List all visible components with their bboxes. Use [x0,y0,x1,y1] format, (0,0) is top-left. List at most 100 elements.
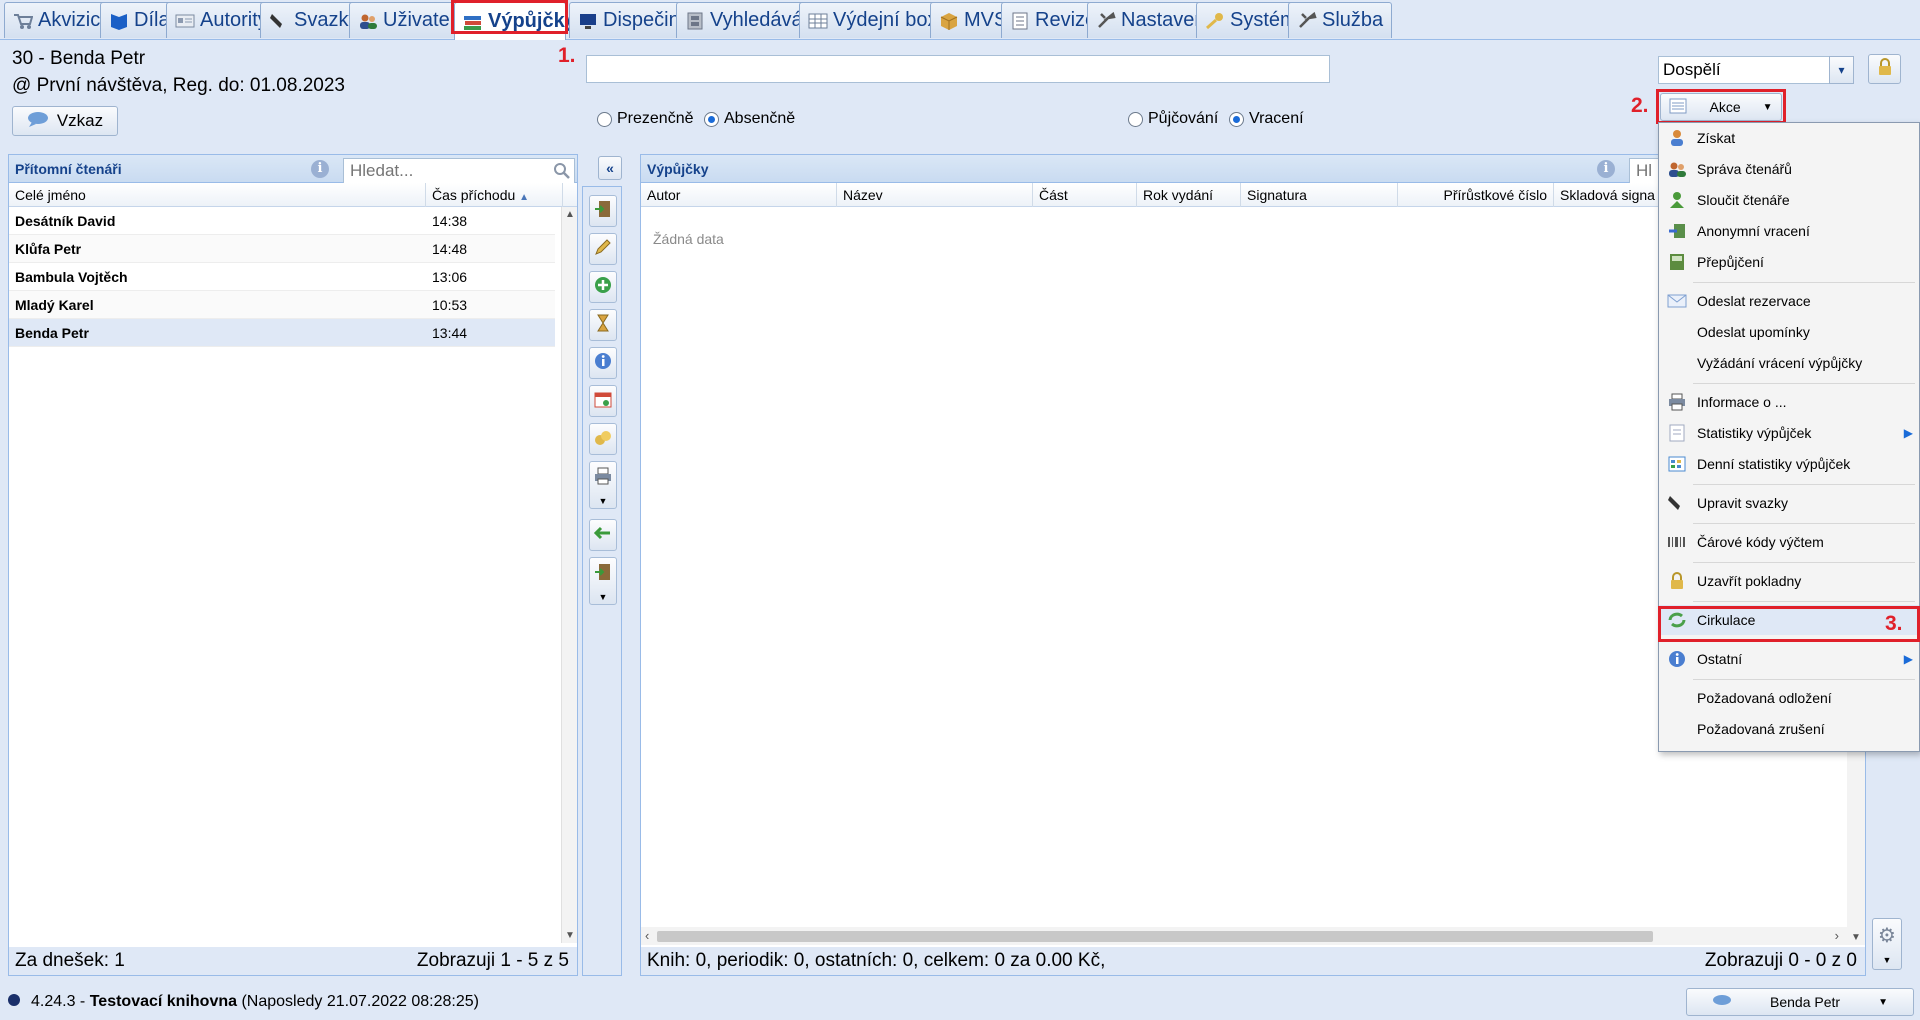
menu-item-odeslat-upominky[interactable]: Odeslat upomínky [1659,317,1919,347]
scroll-up-icon[interactable]: ▲ [565,209,575,220]
radio-absencne[interactable]: Absenčně [704,110,795,128]
column-signature[interactable]: Signatura [1241,183,1398,207]
column-author[interactable]: Autor [641,183,837,207]
menu-item-statistiky-vypujcek[interactable]: Statistiky výpůjček ▶ [1659,418,1919,448]
loans-status-bar: Knih: 0, periodik: 0, ostatních: 0, celk… [641,947,1865,975]
loans-status-left: Knih: 0, periodik: 0, ostatních: 0, celk… [647,950,1106,971]
toolbar-calendar-button[interactable] [589,385,617,417]
radio-prezencne[interactable]: Prezenčně [597,110,694,128]
lock-button[interactable] [1868,54,1901,84]
tab-label: Uživatelé [383,9,466,31]
radio-vraceni[interactable]: Vracení [1229,110,1304,128]
message-button[interactable]: Vzkaz [12,106,118,136]
actions-button[interactable]: Akce ▼ [1660,93,1782,121]
mail-icon [1667,292,1687,310]
menu-item-sloucit-ctenare[interactable]: Sloučit čtenáře [1659,185,1919,215]
tab-vypujcky[interactable]: Výpůjčky [454,2,576,40]
radio-pujcovani-label: Půjčování [1148,110,1219,127]
scroll-down-icon[interactable]: ▼ [565,930,575,941]
submenu-arrow-icon: ▶ [1903,426,1913,440]
info-dot-icon [8,994,20,1006]
category-select-trigger[interactable]: ▾ [1829,56,1854,84]
toolbar-edit-button[interactable] [589,233,617,265]
menu-separator [1693,562,1915,563]
loans-horizontal-scrollbar[interactable]: ‹ › [641,927,1847,945]
readers-scrollbar[interactable]: ▲ ▼ [561,207,577,943]
menu-item-label: Odeslat rezervace [1697,293,1811,309]
scroll-right-icon[interactable]: › [1835,928,1839,943]
menu-item-informace[interactable]: Informace o ... [1659,387,1919,417]
menu-item-label: Požadovaná odložení [1697,690,1832,706]
menu-item-prepujceni[interactable]: Přepůjčení [1659,247,1919,277]
info-icon [593,351,613,376]
column-part[interactable]: Část [1033,183,1137,207]
toolbar-more-button[interactable]: ▼ [589,557,617,605]
plus-circle-icon [593,275,613,300]
barcode-icon [1667,533,1687,551]
chevron-down-icon: ▼ [598,592,608,602]
menu-item-carove-kody[interactable]: Čárové kódy výčtem [1659,527,1919,557]
loans-search-input[interactable] [1629,158,1659,184]
main-tab-bar: Akvizice Díla Autority Svazky Uživatelé … [0,0,1920,40]
category-select[interactable]: Dospělí [1658,56,1854,84]
scroll-down-icon[interactable]: ▼ [1851,932,1861,943]
toolbar-checkout-button[interactable] [589,195,617,227]
menu-item-odeslat-rezervace[interactable]: Odeslat rezervace [1659,286,1919,316]
column-year[interactable]: Rok vydání [1137,183,1241,207]
settings-button[interactable]: ⚙ ▼ [1872,918,1902,970]
menu-item-upravit-svazky[interactable]: Upravit svazky [1659,488,1919,518]
column-full-name[interactable]: Celé jméno [9,183,426,207]
tab-sluzba[interactable]: Služba [1288,2,1393,38]
column-title[interactable]: Název [837,183,1033,207]
table-row-selected[interactable]: Benda Petr 13:44 [9,319,555,347]
toolbar-reserve-button[interactable] [589,309,617,341]
info-icon[interactable]: i [311,160,329,178]
menu-item-sprava-ctenaru[interactable]: Správa čtenářů [1659,154,1919,184]
menu-item-cirkulace[interactable]: Cirkulace [1659,605,1919,635]
menu-item-denni-statistiky[interactable]: Denní statistiky výpůjček [1659,449,1919,479]
menu-separator [1693,523,1915,524]
scan-input[interactable] [586,55,1330,83]
menu-item-pozadovana-odlozeni[interactable]: Požadovaná odložení [1659,683,1919,713]
toolbar-print-button[interactable]: ▼ [589,461,617,509]
menu-separator [1693,383,1915,384]
table-row[interactable]: Mladý Karel 10:53 [9,291,555,319]
info-icon[interactable]: i [1597,160,1615,178]
scroll-thumb[interactable] [657,931,1653,942]
toolbar-add-button[interactable] [589,271,617,303]
scroll-left-icon[interactable]: ‹ [645,928,649,943]
menu-item-ostatni[interactable]: Ostatní ▶ [1659,644,1919,674]
search-icon[interactable] [553,162,571,183]
column-accession-number[interactable]: Přírůstkové číslo [1398,183,1554,207]
radio-prezencne-circle [597,111,612,127]
collapse-panel-button[interactable]: « [598,156,622,180]
table-row[interactable]: Klůfa Petr 14:48 [9,235,555,263]
menu-item-ziskat[interactable]: Získat [1659,123,1919,153]
empty-data-text: Žádná data [653,231,724,247]
reader-name-cell: Bambula Vojtěch [15,269,128,285]
toolbar-fees-button[interactable] [589,423,617,455]
table-row[interactable]: Bambula Vojtěch 13:06 [9,263,555,291]
readers-search-input[interactable] [343,158,575,184]
speech-bubble-icon [27,111,49,132]
toolbar-back-button[interactable] [589,519,617,551]
menu-item-label: Anonymní vracení [1697,223,1810,239]
tab-label: Díla [134,9,170,31]
column-arrival-time[interactable]: Čas příchodu ▲ [426,183,563,207]
grid-box-icon [808,12,828,30]
column-storage-signature[interactable]: Skladová signa [1554,183,1674,207]
table-row[interactable]: Desátník David 14:38 [9,207,555,235]
menu-item-uzavrit-pokladny[interactable]: Uzavřít pokladny [1659,566,1919,596]
user-menu-button[interactable]: Benda Petr ▼ [1686,988,1914,1016]
menu-separator [1693,679,1915,680]
menu-item-vyzadani-vraceni[interactable]: Vyžádání vrácení výpůjčky [1659,348,1919,378]
menu-item-anonymni-vraceni[interactable]: Anonymní vracení [1659,216,1919,246]
radio-absencne-circle [704,111,719,127]
key-icon [1205,12,1225,30]
book-exit-icon [593,562,613,587]
radio-pujcovani[interactable]: Půjčování [1128,110,1218,128]
message-button-label: Vzkaz [56,111,104,130]
menu-item-pozadovana-zruseni[interactable]: Požadovaná zrušení [1659,714,1919,744]
toolbar-info-button[interactable] [589,347,617,379]
reader-name-cell: Mladý Karel [15,297,94,313]
